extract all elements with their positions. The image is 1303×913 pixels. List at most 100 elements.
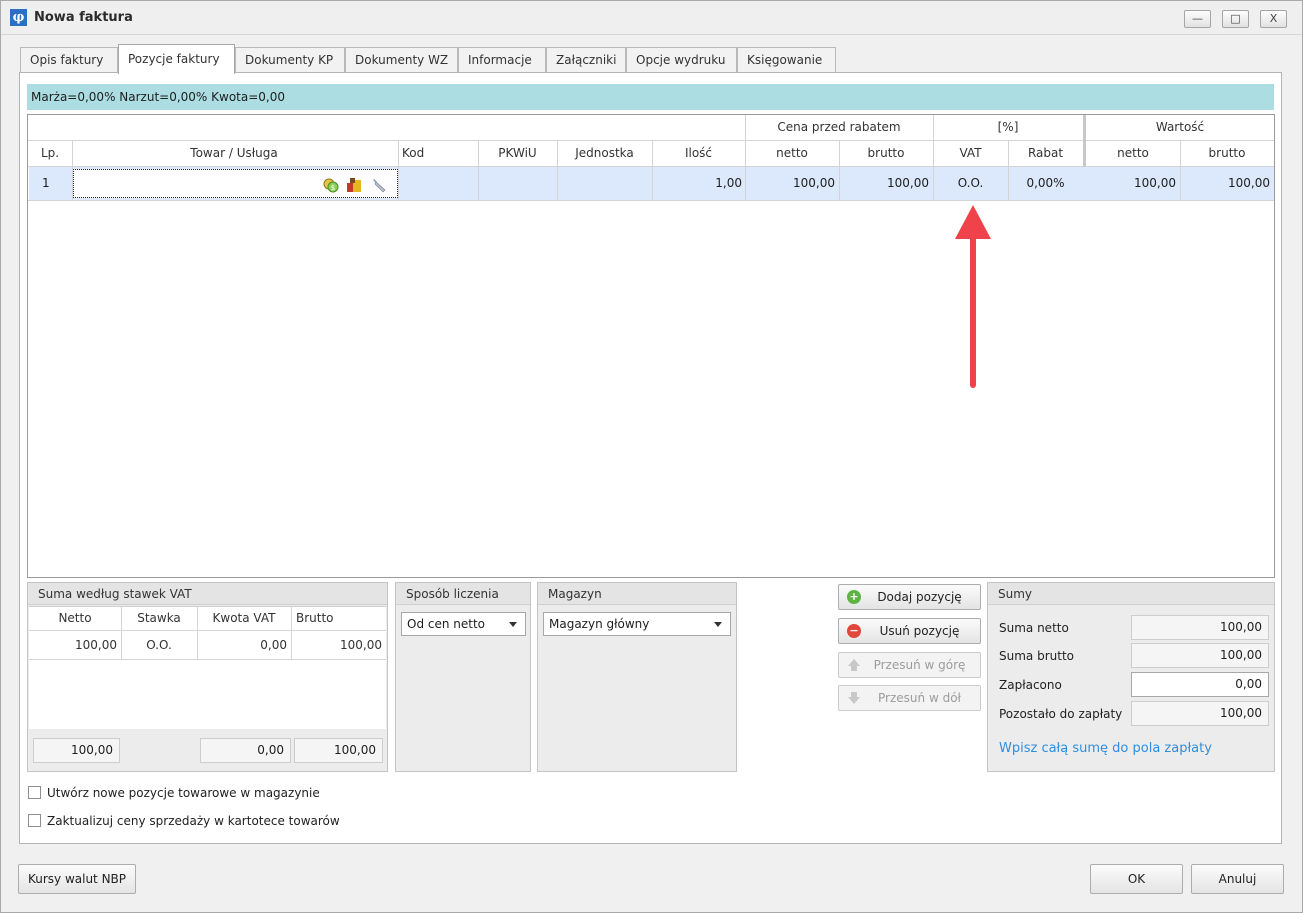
minimize-button[interactable]: — <box>1184 10 1211 28</box>
total-netto-field: 100,00 <box>1131 615 1269 640</box>
vat-total-netto: 100,00 <box>33 738 120 763</box>
calc-method-select[interactable]: Od cen netto <box>401 612 526 636</box>
band-wartosc: Wartość <box>1155 120 1205 134</box>
items-grid[interactable]: Cena przed rabatem [%] Wartość Lp. Towar… <box>27 114 1275 578</box>
create-warehouse-items-label[interactable]: Utwórz nowe pozycje towarowe w magazynie <box>47 786 320 800</box>
add-item-button[interactable]: + Dodaj pozycję <box>838 584 981 610</box>
tab-zalaczniki[interactable]: Załączniki <box>546 47 626 73</box>
cell-ilosc[interactable]: 1,00 <box>652 167 742 200</box>
col-rabat[interactable]: Rabat <box>1008 146 1083 160</box>
vat-summary-title: Suma według stawek VAT <box>28 583 387 605</box>
calc-method-group: Sposób liczenia Od cen netto <box>395 582 531 772</box>
tab-panel: Marża=0,00% Narzut=0,00% Kwota=0,00 Cena… <box>19 72 1282 844</box>
vat-col-brutto: Brutto <box>296 611 334 625</box>
vat-cell-kwota: 0,00 <box>260 638 287 652</box>
cell-pkwiu[interactable] <box>478 167 557 200</box>
total-brutto-label: Suma brutto <box>999 649 1074 663</box>
minus-icon: − <box>847 624 861 638</box>
arrow-up-icon <box>848 659 860 671</box>
invoice-window: φ Nowa faktura — □ X Opis faktury Pozycj… <box>0 0 1303 913</box>
warehouse-value: Magazyn główny <box>549 617 650 631</box>
warehouse-title: Magazyn <box>538 583 736 605</box>
paid-label: Zapłacono <box>999 678 1062 692</box>
paid-input[interactable]: 0,00 <box>1131 672 1269 697</box>
title-bar: φ Nowa faktura — □ X <box>1 1 1302 35</box>
vat-col-stawka: Stawka <box>137 611 181 625</box>
col-jednostka[interactable]: Jednostka <box>557 146 652 160</box>
cell-lp[interactable]: 1 <box>42 167 72 200</box>
create-warehouse-items-checkbox[interactable] <box>28 786 41 799</box>
vat-cell-netto: 100,00 <box>75 638 117 652</box>
col-lp[interactable]: Lp. <box>28 146 72 160</box>
vat-line <box>29 630 386 631</box>
svg-text:$: $ <box>331 184 335 192</box>
chevron-down-icon <box>509 622 517 627</box>
cell-netto[interactable]: 100,00 <box>745 167 835 200</box>
coins-icon[interactable]: $ <box>323 177 339 193</box>
vat-cell-brutto: 100,00 <box>340 638 382 652</box>
fill-payment-link[interactable]: Wpisz całą sumę do pola zapłaty <box>999 741 1212 756</box>
grid-col-line <box>398 140 399 200</box>
vat-total-kwota: 0,00 <box>200 738 291 763</box>
tab-opis-faktury[interactable]: Opis faktury <box>20 47 118 73</box>
remaining-field: 100,00 <box>1131 701 1269 726</box>
col-pkwiu[interactable]: PKWiU <box>478 146 557 160</box>
total-netto-label: Suma netto <box>999 621 1069 635</box>
nbp-rates-button[interactable]: Kursy walut NBP <box>18 864 136 894</box>
warehouse-group: Magazyn Magazyn główny <box>537 582 737 772</box>
cancel-button[interactable]: Anuluj <box>1191 864 1284 894</box>
col-brutto[interactable]: brutto <box>839 146 933 160</box>
window-title: Nowa faktura <box>34 10 133 25</box>
vat-line <box>29 659 386 660</box>
tab-pozycje-faktury[interactable]: Pozycje faktury <box>118 44 235 74</box>
col-kod[interactable]: Kod <box>398 146 478 160</box>
cell-jednostka[interactable] <box>557 167 652 200</box>
margin-info-bar: Marża=0,00% Narzut=0,00% Kwota=0,00 <box>27 84 1274 110</box>
col-vat[interactable]: VAT <box>933 146 1008 160</box>
tab-dokumenty-wz[interactable]: Dokumenty WZ <box>345 47 458 73</box>
total-brutto-field: 100,00 <box>1131 643 1269 668</box>
tab-ksiegowanie[interactable]: Księgowanie <box>737 47 836 73</box>
col-ilosc[interactable]: Ilość <box>652 146 745 160</box>
col-wartosc-brutto[interactable]: brutto <box>1180 146 1274 160</box>
col-wartosc-netto[interactable]: netto <box>1086 146 1180 160</box>
close-button[interactable]: X <box>1260 10 1287 28</box>
warehouse-select[interactable]: Magazyn główny <box>543 612 731 636</box>
remaining-label: Pozostało do zapłaty <box>999 707 1123 721</box>
annotation-arrow-icon <box>955 205 991 388</box>
ok-button[interactable]: OK <box>1090 864 1183 894</box>
update-prices-label[interactable]: Zaktualizuj ceny sprzedaży w kartotece t… <box>47 814 340 828</box>
vat-summary-group: Suma według stawek VAT Netto Stawka Kwot… <box>27 582 388 772</box>
add-item-label: Dodaj pozycję <box>877 590 962 604</box>
totals-group: Sumy Suma netto 100,00 Suma brutto 100,0… <box>987 582 1275 772</box>
towar-edit-cell[interactable]: $ <box>73 169 398 198</box>
grid-row-divider <box>28 200 1274 201</box>
plus-icon: + <box>847 590 861 604</box>
vat-col-kwota: Kwota VAT <box>212 611 276 625</box>
tab-dokumenty-kp[interactable]: Dokumenty KP <box>235 47 345 73</box>
vat-total-brutto: 100,00 <box>294 738 383 763</box>
move-up-button[interactable]: Przesuń w górę <box>838 652 981 678</box>
remove-item-button[interactable]: − Usuń pozycję <box>838 618 981 644</box>
col-towar[interactable]: Towar / Usługa <box>72 146 396 160</box>
tab-informacje[interactable]: Informacje <box>458 47 546 73</box>
vat-col-netto: Netto <box>58 611 92 625</box>
remove-item-label: Usuń pozycję <box>879 624 960 638</box>
cell-brutto[interactable]: 100,00 <box>839 167 929 200</box>
cell-rabat[interactable]: 0,00% <box>1008 167 1083 200</box>
chevron-down-icon <box>714 622 722 627</box>
update-prices-checkbox[interactable] <box>28 814 41 827</box>
maximize-button[interactable]: □ <box>1222 10 1249 28</box>
products-icon[interactable] <box>346 177 362 193</box>
move-down-button[interactable]: Przesuń w dół <box>838 685 981 711</box>
cell-wartosc-netto[interactable]: 100,00 <box>1086 167 1176 200</box>
cell-wartosc-brutto[interactable]: 100,00 <box>1180 167 1270 200</box>
grid-band-divider <box>28 140 1274 141</box>
cell-vat[interactable]: O.O. <box>933 167 1008 200</box>
tab-opcje-wydruku[interactable]: Opcje wydruku <box>626 47 737 73</box>
col-netto[interactable]: netto <box>745 146 839 160</box>
grid-band-line <box>745 115 746 140</box>
wrench-icon[interactable] <box>371 177 387 193</box>
cell-kod[interactable] <box>400 167 478 200</box>
phi-icon: φ <box>10 9 27 26</box>
